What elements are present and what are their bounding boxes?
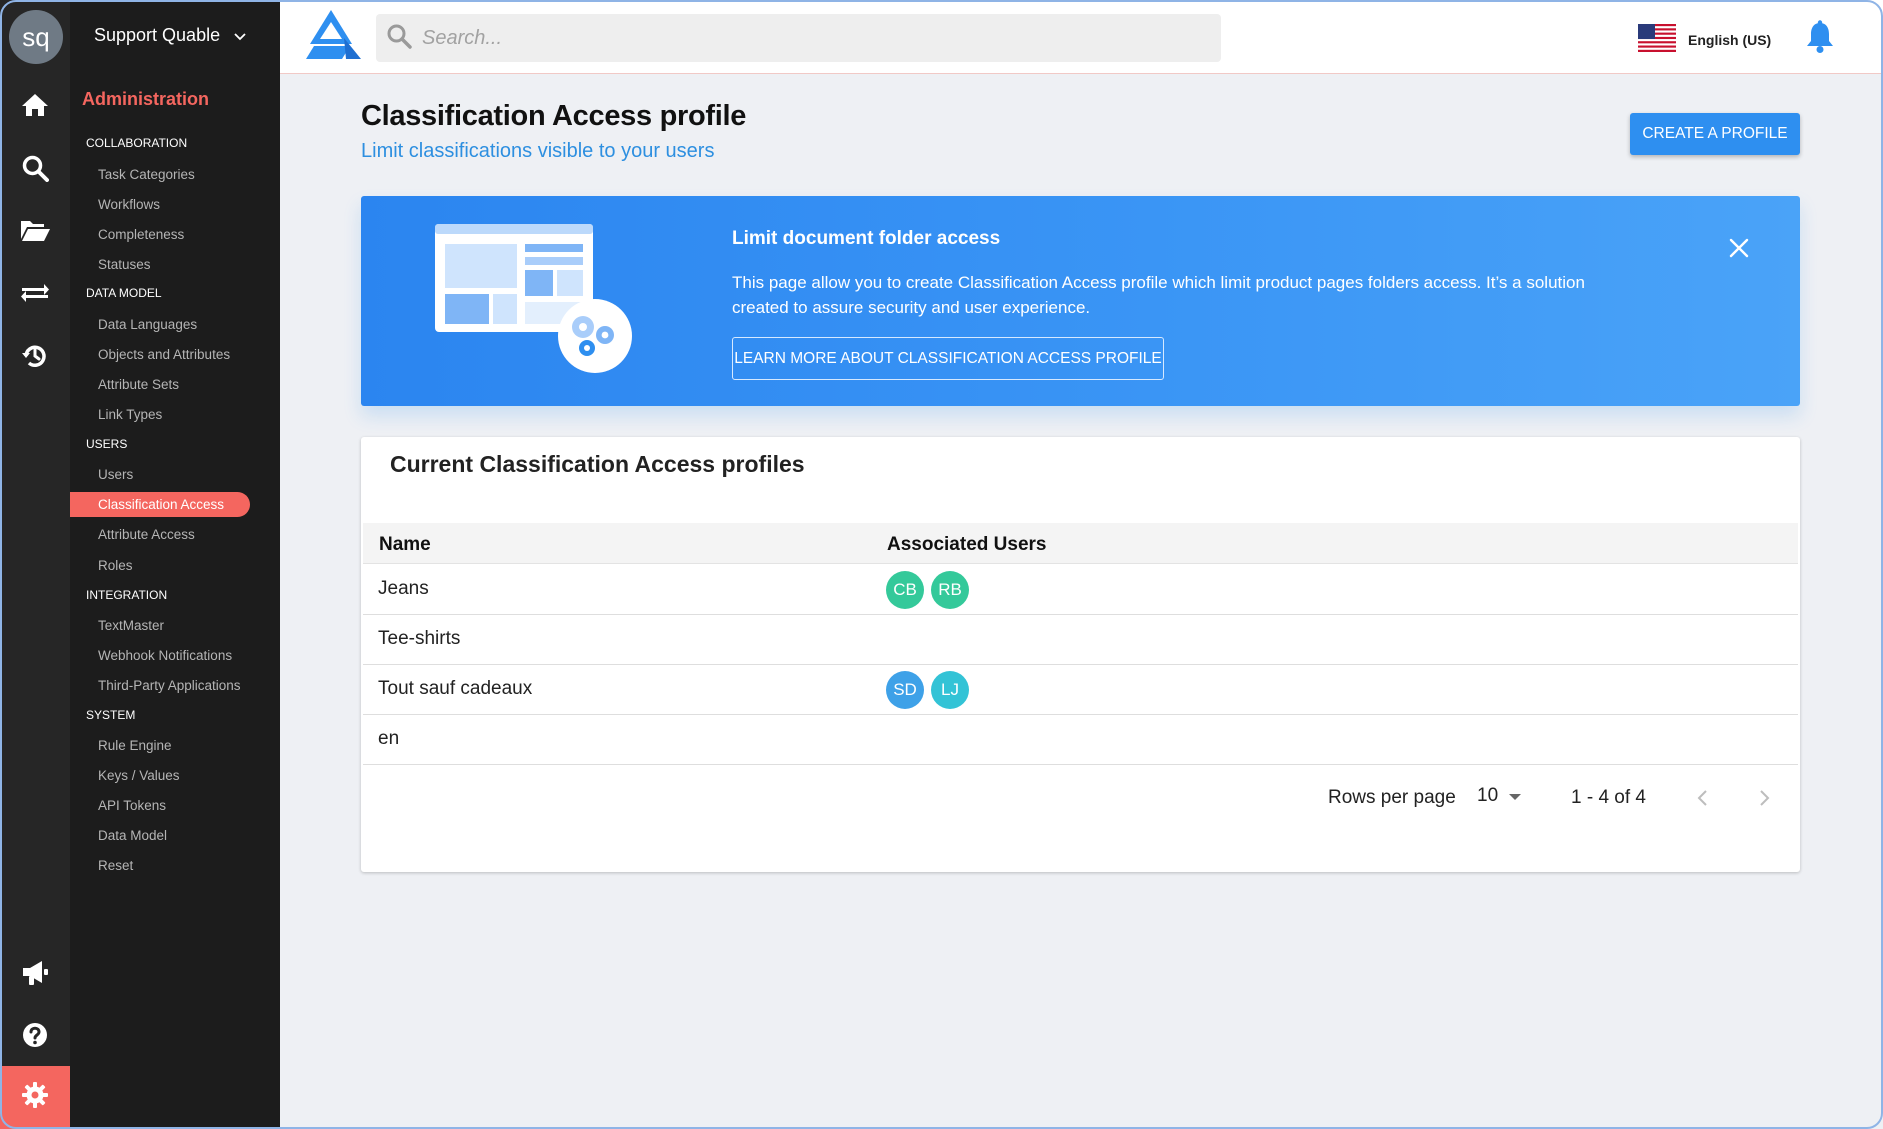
table-row[interactable]: en bbox=[363, 715, 1798, 765]
sidebar-item-attribute-access[interactable]: Attribute Access bbox=[98, 522, 278, 547]
sidebar-item-reset[interactable]: Reset bbox=[98, 853, 278, 878]
sidebar-item-classification-access[interactable]: Classification Access bbox=[70, 492, 250, 517]
chevron-right-icon[interactable] bbox=[1759, 789, 1771, 813]
folder-icon[interactable] bbox=[17, 212, 53, 248]
language-label: English (US) bbox=[1688, 31, 1772, 48]
profiles-card: Current Classification Access profiles N… bbox=[361, 437, 1800, 872]
caret-down-icon bbox=[1508, 785, 1522, 807]
associated-users: CB RB bbox=[886, 571, 969, 609]
page-subtitle: Limit classifications visible to your us… bbox=[361, 140, 715, 162]
sidebar-item-statuses[interactable]: Statuses bbox=[98, 252, 278, 277]
sidebar-item-data-languages[interactable]: Data Languages bbox=[98, 312, 278, 337]
profile-name: Jeans bbox=[378, 578, 429, 599]
banner-text: This page allow you to create Classifica… bbox=[732, 273, 1585, 317]
sidebar-item-webhook-notifications[interactable]: Webhook Notifications bbox=[98, 643, 278, 668]
section-users: USERS bbox=[86, 437, 128, 451]
page-range: 1 - 4 of 4 bbox=[1571, 787, 1646, 808]
table-header: Name Associated Users bbox=[363, 523, 1798, 564]
rows-per-page-select[interactable]: 10 bbox=[1477, 785, 1522, 807]
sidebar-item-task-categories[interactable]: Task Categories bbox=[98, 162, 278, 187]
settings-tab[interactable] bbox=[0, 1066, 70, 1129]
browser-settings-illustration bbox=[435, 224, 635, 379]
help-icon[interactable] bbox=[17, 1017, 53, 1053]
sidebar-item-third-party-apps[interactable]: Third-Party Applications bbox=[98, 673, 278, 698]
home-icon[interactable] bbox=[17, 87, 53, 123]
user-avatar[interactable]: SD bbox=[886, 671, 924, 709]
sidebar-item-data-model[interactable]: Data Model bbox=[98, 823, 278, 848]
user-avatar[interactable]: CB bbox=[886, 571, 924, 609]
sidebar-item-workflows[interactable]: Workflows bbox=[98, 192, 278, 217]
icon-rail: sq bbox=[0, 0, 70, 1129]
sidebar-item-roles[interactable]: Roles bbox=[98, 553, 278, 578]
chevron-left-icon[interactable] bbox=[1696, 789, 1708, 813]
sidebar-item-api-tokens[interactable]: API Tokens bbox=[98, 793, 278, 818]
table-title: Current Classification Access profiles bbox=[390, 451, 805, 477]
sidebar-item-attribute-sets[interactable]: Attribute Sets bbox=[98, 372, 278, 397]
sidebar-item-keys-values[interactable]: Keys / Values bbox=[98, 763, 278, 788]
us-flag-icon bbox=[1638, 24, 1676, 55]
search-bar[interactable] bbox=[376, 14, 1221, 62]
sidebar-item-link-types[interactable]: Link Types bbox=[98, 402, 278, 427]
admin-sidebar: Support Quable Administration COLLABORAT… bbox=[70, 0, 280, 1129]
sidebar-item-objects-attributes[interactable]: Objects and Attributes bbox=[98, 342, 278, 367]
megaphone-icon[interactable] bbox=[17, 955, 53, 991]
app-logo[interactable] bbox=[304, 8, 362, 65]
user-avatar[interactable]: RB bbox=[931, 571, 969, 609]
info-banner: Limit document folder access This page a… bbox=[361, 196, 1800, 406]
section-system: SYSTEM bbox=[86, 708, 136, 722]
bell-icon[interactable] bbox=[1804, 20, 1836, 59]
profile-name: Tout sauf cadeaux bbox=[378, 678, 533, 699]
profile-name: en bbox=[378, 728, 400, 749]
sidebar-heading: Administration bbox=[82, 89, 210, 109]
column-header-name[interactable]: Name bbox=[379, 534, 431, 556]
section-collaboration: COLLABORATION bbox=[86, 136, 188, 150]
pagination: Rows per page 10 1 - 4 of 4 bbox=[361, 785, 1800, 817]
sidebar-item-completeness[interactable]: Completeness bbox=[98, 222, 278, 247]
profile-name: Tee-shirts bbox=[378, 628, 461, 649]
user-avatar[interactable]: LJ bbox=[931, 671, 969, 709]
learn-more-button[interactable]: LEARN MORE ABOUT CLASSIFICATION ACCESS P… bbox=[732, 337, 1164, 380]
sidebar-item-users[interactable]: Users bbox=[98, 462, 278, 487]
sidebar-item-textmaster[interactable]: TextMaster bbox=[98, 613, 278, 638]
org-switcher[interactable]: Support Quable bbox=[94, 25, 246, 46]
create-profile-button[interactable]: CREATE A PROFILE bbox=[1630, 113, 1800, 155]
search-input[interactable] bbox=[422, 26, 1202, 50]
language-selector[interactable]: English (US) bbox=[1638, 24, 1771, 55]
user-avatar[interactable]: sq bbox=[9, 10, 63, 64]
history-icon[interactable] bbox=[17, 338, 53, 374]
page-title: Classification Access profile bbox=[361, 100, 747, 132]
search-icon[interactable] bbox=[17, 150, 53, 186]
close-icon[interactable] bbox=[1729, 238, 1749, 263]
table-row[interactable]: Jeans CB RB bbox=[363, 565, 1798, 615]
column-header-users[interactable]: Associated Users bbox=[887, 534, 1046, 556]
top-bar: English (US) bbox=[280, 0, 1883, 74]
search-icon bbox=[386, 23, 412, 54]
chevron-down-icon bbox=[234, 25, 246, 46]
org-name: Support Quable bbox=[94, 25, 221, 45]
transfer-icon[interactable] bbox=[17, 275, 53, 311]
table-row[interactable]: Tee-shirts bbox=[363, 615, 1798, 665]
banner-title: Limit document folder access bbox=[732, 228, 1001, 249]
sidebar-item-rule-engine[interactable]: Rule Engine bbox=[98, 733, 278, 758]
gear-icon bbox=[21, 1081, 49, 1114]
rows-per-page-label: Rows per page bbox=[1328, 787, 1456, 808]
associated-users: SD LJ bbox=[886, 671, 969, 709]
table-row[interactable]: Tout sauf cadeaux SD LJ bbox=[363, 665, 1798, 715]
section-data-model: DATA MODEL bbox=[86, 286, 162, 300]
section-integration: INTEGRATION bbox=[86, 588, 168, 602]
rows-per-page-value: 10 bbox=[1477, 785, 1499, 806]
